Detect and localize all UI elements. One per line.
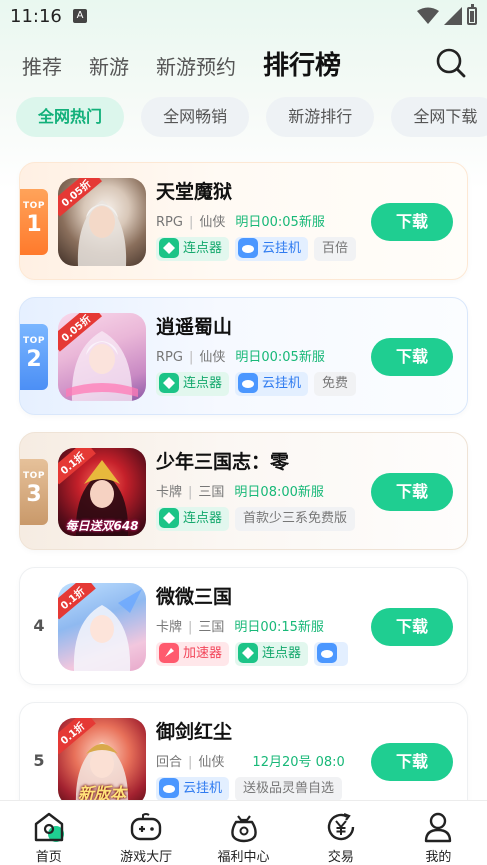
game-name[interactable]: 少年三国志：零	[156, 447, 289, 474]
status-bar: 11:16 A	[0, 0, 487, 34]
game-meta: 回合 | 仙侠 12月20号 08:0	[156, 755, 345, 770]
game-name[interactable]: 逍遥蜀山	[156, 312, 232, 339]
nav-welfare[interactable]: 福利中心	[195, 801, 292, 865]
tag-cloud-idle	[314, 642, 349, 666]
chip-new-ranking[interactable]: 新游排行	[266, 97, 375, 137]
nav-profile[interactable]: 我的	[390, 801, 487, 865]
game-name[interactable]: 微微三国	[156, 582, 232, 609]
game-card[interactable]: TOP 1 0.05折 天堂魔狱 RPG | 仙侠 明日00:05新服 连点器 云挂机百…	[19, 162, 468, 280]
nav-home[interactable]: 首页	[0, 801, 97, 865]
game-genre: 仙侠	[199, 350, 226, 365]
tab-new-games[interactable]: 新游	[89, 52, 129, 82]
notification-icon: A	[73, 9, 87, 23]
yuan-exchange-icon	[327, 812, 355, 841]
game-category: RPG	[156, 215, 183, 230]
tag-cloud-idle: 云挂机	[235, 372, 309, 396]
rank-badge: TOP 1	[20, 189, 48, 255]
battery-icon	[467, 4, 477, 25]
rank-number: 4	[33, 616, 45, 635]
tab-recommend[interactable]: 推荐	[22, 52, 62, 82]
auto-clicker-icon	[238, 642, 259, 663]
chip-bestselling[interactable]: 全网畅销	[141, 97, 250, 137]
gift-bag-icon	[230, 815, 257, 843]
download-button[interactable]: 下载	[371, 203, 453, 241]
tag-feature: 送极品灵兽自选	[235, 777, 343, 801]
tag-auto-clicker: 连点器	[235, 642, 309, 666]
user-icon	[425, 812, 452, 843]
tag-cloud-idle: 云挂机	[156, 777, 230, 801]
game-icon[interactable]: 0.1折	[58, 583, 146, 671]
game-category: RPG	[156, 350, 183, 365]
server-launch: 明日00:15新服	[234, 620, 324, 635]
cloud-icon	[317, 642, 338, 663]
game-icon[interactable]: 0.05折	[58, 178, 146, 266]
game-tags: 连点器 首款少三系免费版	[156, 507, 356, 533]
home-icon	[34, 812, 64, 842]
game-card[interactable]: TOP 2 0.05折 逍遥蜀山 RPG | 仙侠 明日00:05新服 连点器 云挂机免…	[19, 297, 468, 415]
chip-downloads[interactable]: 全网下载	[391, 97, 487, 137]
game-meta: RPG | 仙侠 明日00:05新服	[156, 215, 325, 230]
game-meta: 卡牌 | 三国 明日08:00新服	[156, 485, 324, 500]
tag-auto-clicker: 连点器	[156, 507, 230, 531]
game-name[interactable]: 御剑红尘	[156, 717, 232, 744]
nav-game-hall[interactable]: 游戏大厅	[97, 801, 194, 865]
game-genre: 三国	[198, 485, 225, 500]
game-icon[interactable]: 0.1折 新版本	[58, 718, 146, 806]
rank-badge: TOP 3	[20, 459, 48, 525]
server-launch: 明日08:00新服	[234, 485, 324, 500]
game-genre: 仙侠	[198, 755, 225, 770]
tag-feature: 免费	[314, 372, 356, 396]
rank-badge: TOP 2	[20, 324, 48, 390]
auto-clicker-icon	[159, 237, 179, 258]
download-button[interactable]: 下载	[371, 743, 453, 781]
game-tags: 连点器 云挂机 免费	[156, 372, 356, 398]
game-category: 卡牌	[156, 485, 183, 500]
cloud-icon	[238, 372, 259, 393]
tab-preorder[interactable]: 新游预约	[156, 52, 236, 82]
nav-trade[interactable]: 交易	[292, 801, 389, 865]
game-icon[interactable]: 0.05折	[58, 313, 146, 401]
server-launch: 12月20号 08:0	[252, 755, 345, 770]
game-tags: 加速器 连点器	[156, 642, 356, 668]
download-button[interactable]: 下载	[371, 608, 453, 646]
wifi-icon	[417, 7, 439, 24]
auto-clicker-icon	[159, 372, 179, 393]
tag-accelerator: 加速器	[156, 642, 230, 666]
game-tags: 连点器 云挂机 百倍	[156, 237, 356, 263]
tag-feature: 百倍	[314, 237, 356, 261]
ranking-filter-chips: 全网热门 全网畅销 新游排行 全网下载	[16, 97, 487, 137]
game-category: 卡牌	[156, 620, 183, 635]
game-category: 回合	[156, 755, 183, 770]
top-tabs: 推荐 新游 新游预约 排行榜	[22, 46, 368, 82]
status-time: 11:16	[10, 6, 62, 27]
tab-rankings[interactable]: 排行榜	[263, 50, 341, 82]
game-meta: RPG | 仙侠 明日00:05新服	[156, 350, 325, 365]
server-launch: 明日00:05新服	[235, 215, 325, 230]
bottom-navigation: 首页 游戏大厅 福利中心 交易 我的	[0, 800, 487, 865]
game-genre: 仙侠	[199, 215, 226, 230]
cloud-icon	[159, 777, 179, 798]
chip-hot[interactable]: 全网热门	[16, 97, 125, 137]
server-launch: 明日00:05新服	[235, 350, 325, 365]
download-button[interactable]: 下载	[371, 473, 453, 511]
game-meta: 卡牌 | 三国 明日00:15新服	[156, 620, 324, 635]
auto-clicker-icon	[159, 507, 179, 528]
game-card[interactable]: 4 0.1折 微微三国 卡牌 | 三国 明日00:15新服 加速器 连点器 下载	[19, 567, 468, 685]
signal-icon	[444, 7, 462, 25]
tag-auto-clicker: 连点器	[156, 237, 230, 261]
icon-caption: 每日送双648	[65, 519, 139, 533]
search-icon[interactable]	[435, 47, 467, 79]
rocket-icon	[159, 642, 179, 663]
game-icon[interactable]: 0.1折 每日送双648	[58, 448, 146, 536]
game-genre: 三国	[198, 620, 225, 635]
tag-feature: 首款少三系免费版	[235, 507, 356, 531]
game-card[interactable]: TOP 3 0.1折 每日送双648 少年三国志：零 卡牌 | 三国 明日08:00新…	[19, 432, 468, 550]
rank-number: 5	[33, 751, 45, 770]
tag-auto-clicker: 连点器	[156, 372, 230, 396]
gamepad-icon	[130, 813, 162, 841]
tag-cloud-idle: 云挂机	[235, 237, 309, 261]
cloud-icon	[238, 237, 259, 258]
game-name[interactable]: 天堂魔狱	[156, 177, 232, 204]
download-button[interactable]: 下载	[371, 338, 453, 376]
